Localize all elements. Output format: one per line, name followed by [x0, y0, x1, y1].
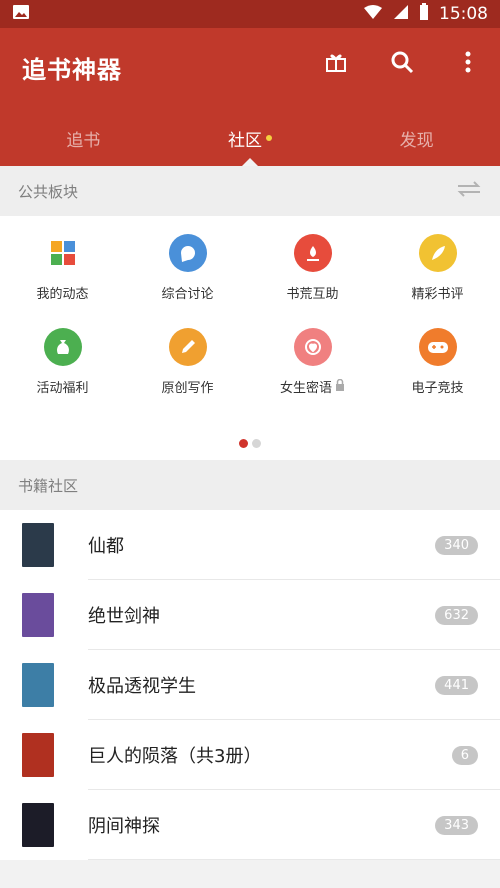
- board-book-review[interactable]: 精彩书评: [375, 234, 500, 302]
- gift-icon[interactable]: [322, 48, 350, 76]
- search-icon[interactable]: [388, 48, 416, 76]
- heart-target-icon: [293, 328, 332, 366]
- swap-icon[interactable]: [456, 180, 482, 202]
- board-general-discussion[interactable]: 综合讨论: [125, 234, 250, 302]
- app-bar: 追书神器 追书 社区 发现: [0, 28, 500, 166]
- book-cover: [22, 523, 54, 567]
- board-esports[interactable]: 电子竞技: [375, 328, 500, 396]
- tab-follow[interactable]: 追书: [0, 110, 167, 166]
- list-item[interactable]: 绝世剑神 632: [0, 580, 500, 650]
- lock-icon: [335, 378, 345, 395]
- book-cover: [22, 803, 54, 847]
- board-my-dynamic[interactable]: 我的动态: [0, 234, 125, 302]
- post-count-badge: 6: [451, 745, 478, 765]
- status-time: 15:08: [439, 4, 488, 24]
- more-options-icon[interactable]: [454, 48, 482, 76]
- book-cover: [22, 593, 54, 637]
- page-dot[interactable]: [252, 439, 261, 448]
- help-icon: [293, 234, 332, 272]
- post-count-badge: 340: [435, 535, 478, 555]
- list-item[interactable]: 阴间神探 343: [0, 790, 500, 860]
- pencil-icon: [168, 328, 207, 366]
- book-community-list: 仙都 340 绝世剑神 632 极品透视学生 441 巨人的陨落（共3册） 6 …: [0, 510, 500, 860]
- book-section-header: 书籍社区: [0, 460, 500, 510]
- post-count-badge: 441: [435, 675, 478, 695]
- toolbar-actions: [322, 48, 482, 76]
- post-count-badge: 632: [435, 605, 478, 625]
- status-bar: 15:08: [0, 0, 500, 28]
- chat-icon: [168, 234, 207, 272]
- book-cover: [22, 733, 54, 777]
- feather-icon: [418, 234, 457, 272]
- post-count-badge: 343: [435, 815, 478, 835]
- tab-bar: 追书 社区 发现: [0, 110, 500, 166]
- tab-discover[interactable]: 发现: [333, 110, 500, 166]
- page-dot-active[interactable]: [239, 439, 248, 448]
- list-item[interactable]: 巨人的陨落（共3册） 6: [0, 720, 500, 790]
- board-girls-whisper[interactable]: 女生密语: [250, 328, 375, 396]
- unread-dot: [266, 135, 272, 141]
- book-section-title: 书籍社区: [18, 476, 79, 495]
- money-bag-icon: [43, 328, 82, 366]
- public-section-header: 公共板块: [0, 166, 500, 216]
- app-title: 追书神器: [22, 56, 122, 84]
- page-indicator: [0, 439, 500, 448]
- public-section-title: 公共板块: [18, 182, 79, 201]
- gamepad-icon: [418, 328, 457, 366]
- board-book-help[interactable]: 书荒互助: [250, 234, 375, 302]
- list-item[interactable]: 极品透视学生 441: [0, 650, 500, 720]
- board-event-welfare[interactable]: 活动福利: [0, 328, 125, 396]
- board-original-writing[interactable]: 原创写作: [125, 328, 250, 396]
- battery-icon: [419, 2, 429, 26]
- image-notification-icon: [12, 4, 30, 24]
- list-item[interactable]: 仙都 340: [0, 510, 500, 580]
- dynamic-icon: [43, 234, 82, 272]
- public-section-grid: 我的动态 综合讨论 书荒互助 精彩书评 活动福利 原创写作 女生密语 电子竞技: [0, 216, 500, 460]
- wifi-icon: [363, 4, 383, 25]
- tab-community[interactable]: 社区: [167, 110, 334, 166]
- active-tab-indicator: [242, 158, 258, 166]
- signal-icon: [393, 4, 409, 25]
- book-cover: [22, 663, 54, 707]
